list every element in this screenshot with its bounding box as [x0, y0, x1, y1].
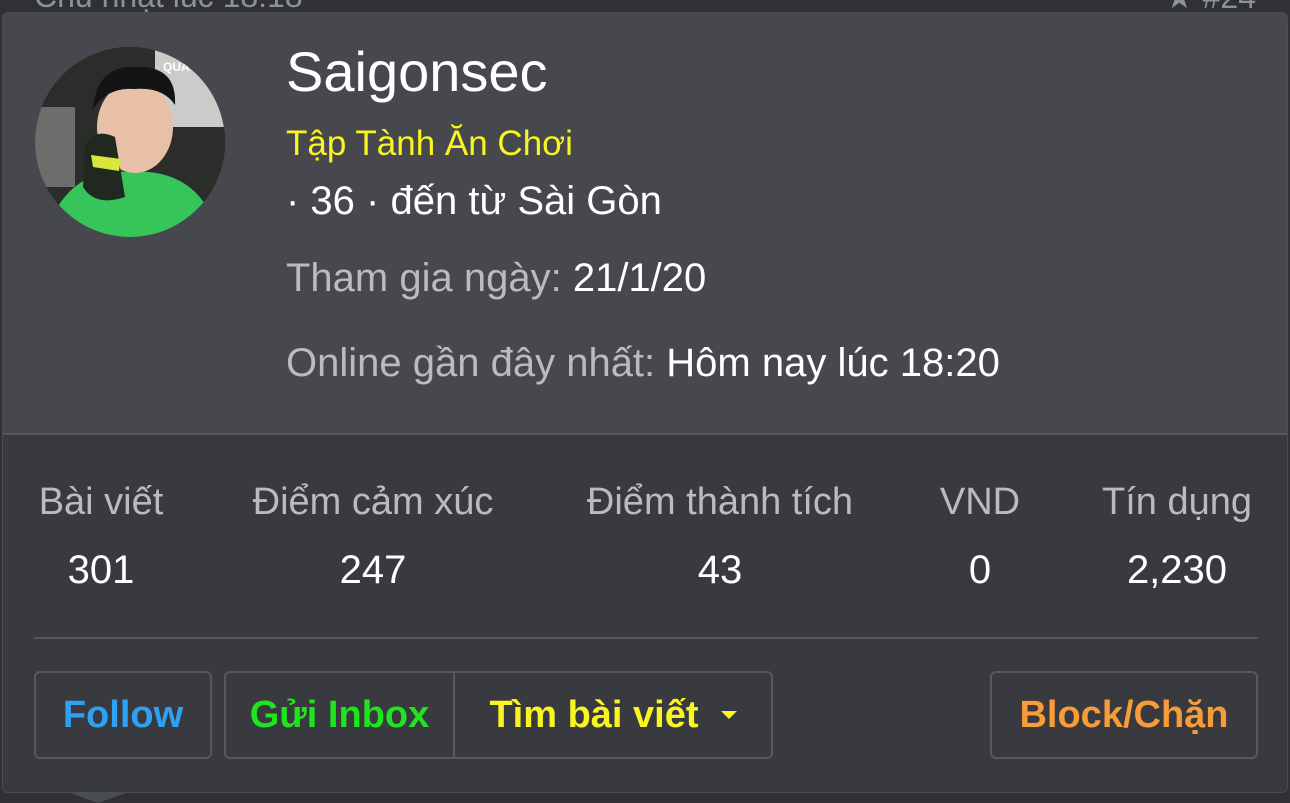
last-online-row: Online gần đây nhất: Hôm nay lúc 18:20 — [286, 341, 1000, 386]
top-strip: Chủ nhật lúc 18:18 ★ #24 — [0, 0, 1290, 15]
stat-value: 2,230 — [1126, 548, 1228, 592]
last-online-label: Online gần đây nhất: — [286, 341, 656, 385]
stats-row: Bài viết 301 Điểm cảm xúc 247 Điểm thành… — [3, 481, 1287, 601]
block-button[interactable]: Block/Chặn — [990, 671, 1258, 759]
stat-reactions[interactable]: Điểm cảm xúc 247 — [241, 481, 505, 593]
joined-label: Tham gia ngày: — [286, 256, 562, 300]
stat-trophy-points[interactable]: Điểm thành tích 43 — [577, 481, 863, 593]
stat-credits[interactable]: Tín dụng 2,230 — [1097, 481, 1257, 593]
profile-header: QUA Saigonsec Tập Tành Ăn Chơi · 36 · đế… — [3, 13, 1287, 435]
avatar-image: QUA — [35, 47, 225, 237]
stat-value: 301 — [67, 548, 135, 592]
stat-label: Bài viết — [38, 481, 164, 523]
stat-posts[interactable]: Bài viết 301 — [33, 481, 169, 593]
divider — [34, 637, 1258, 639]
send-inbox-button[interactable]: Gửi Inbox — [224, 671, 455, 759]
follow-button[interactable]: Follow — [34, 671, 212, 759]
stat-value: 43 — [697, 548, 743, 592]
username[interactable]: Saigonsec — [286, 39, 548, 104]
user-title: Tập Tành Ăn Chơi — [286, 124, 573, 163]
avatar[interactable]: QUA — [35, 47, 225, 237]
find-posts-label: Tìm bài viết — [489, 693, 699, 736]
svg-text:QUA: QUA — [163, 60, 190, 74]
joined-row: Tham gia ngày: 21/1/20 — [286, 256, 706, 301]
stat-value: 0 — [968, 548, 992, 592]
stat-value: 247 — [339, 548, 407, 592]
stat-label: Điểm cảm xúc — [252, 481, 494, 523]
caret-down-icon — [720, 711, 737, 719]
stat-label: Điểm thành tích — [586, 481, 854, 523]
age-location: · 36 · đến từ Sài Gòn — [286, 179, 662, 223]
stat-label: Tín dụng — [1102, 481, 1252, 523]
stat-vnd[interactable]: VND 0 — [937, 481, 1023, 593]
joined-value: 21/1/20 — [572, 256, 707, 300]
tooltip-arrow — [70, 793, 126, 803]
stat-label: VND — [939, 481, 1021, 523]
member-tooltip-card: QUA Saigonsec Tập Tành Ăn Chơi · 36 · đế… — [2, 12, 1288, 793]
last-online-value: Hôm nay lúc 18:20 — [666, 341, 1000, 385]
find-posts-dropdown[interactable]: Tìm bài viết — [453, 671, 773, 759]
